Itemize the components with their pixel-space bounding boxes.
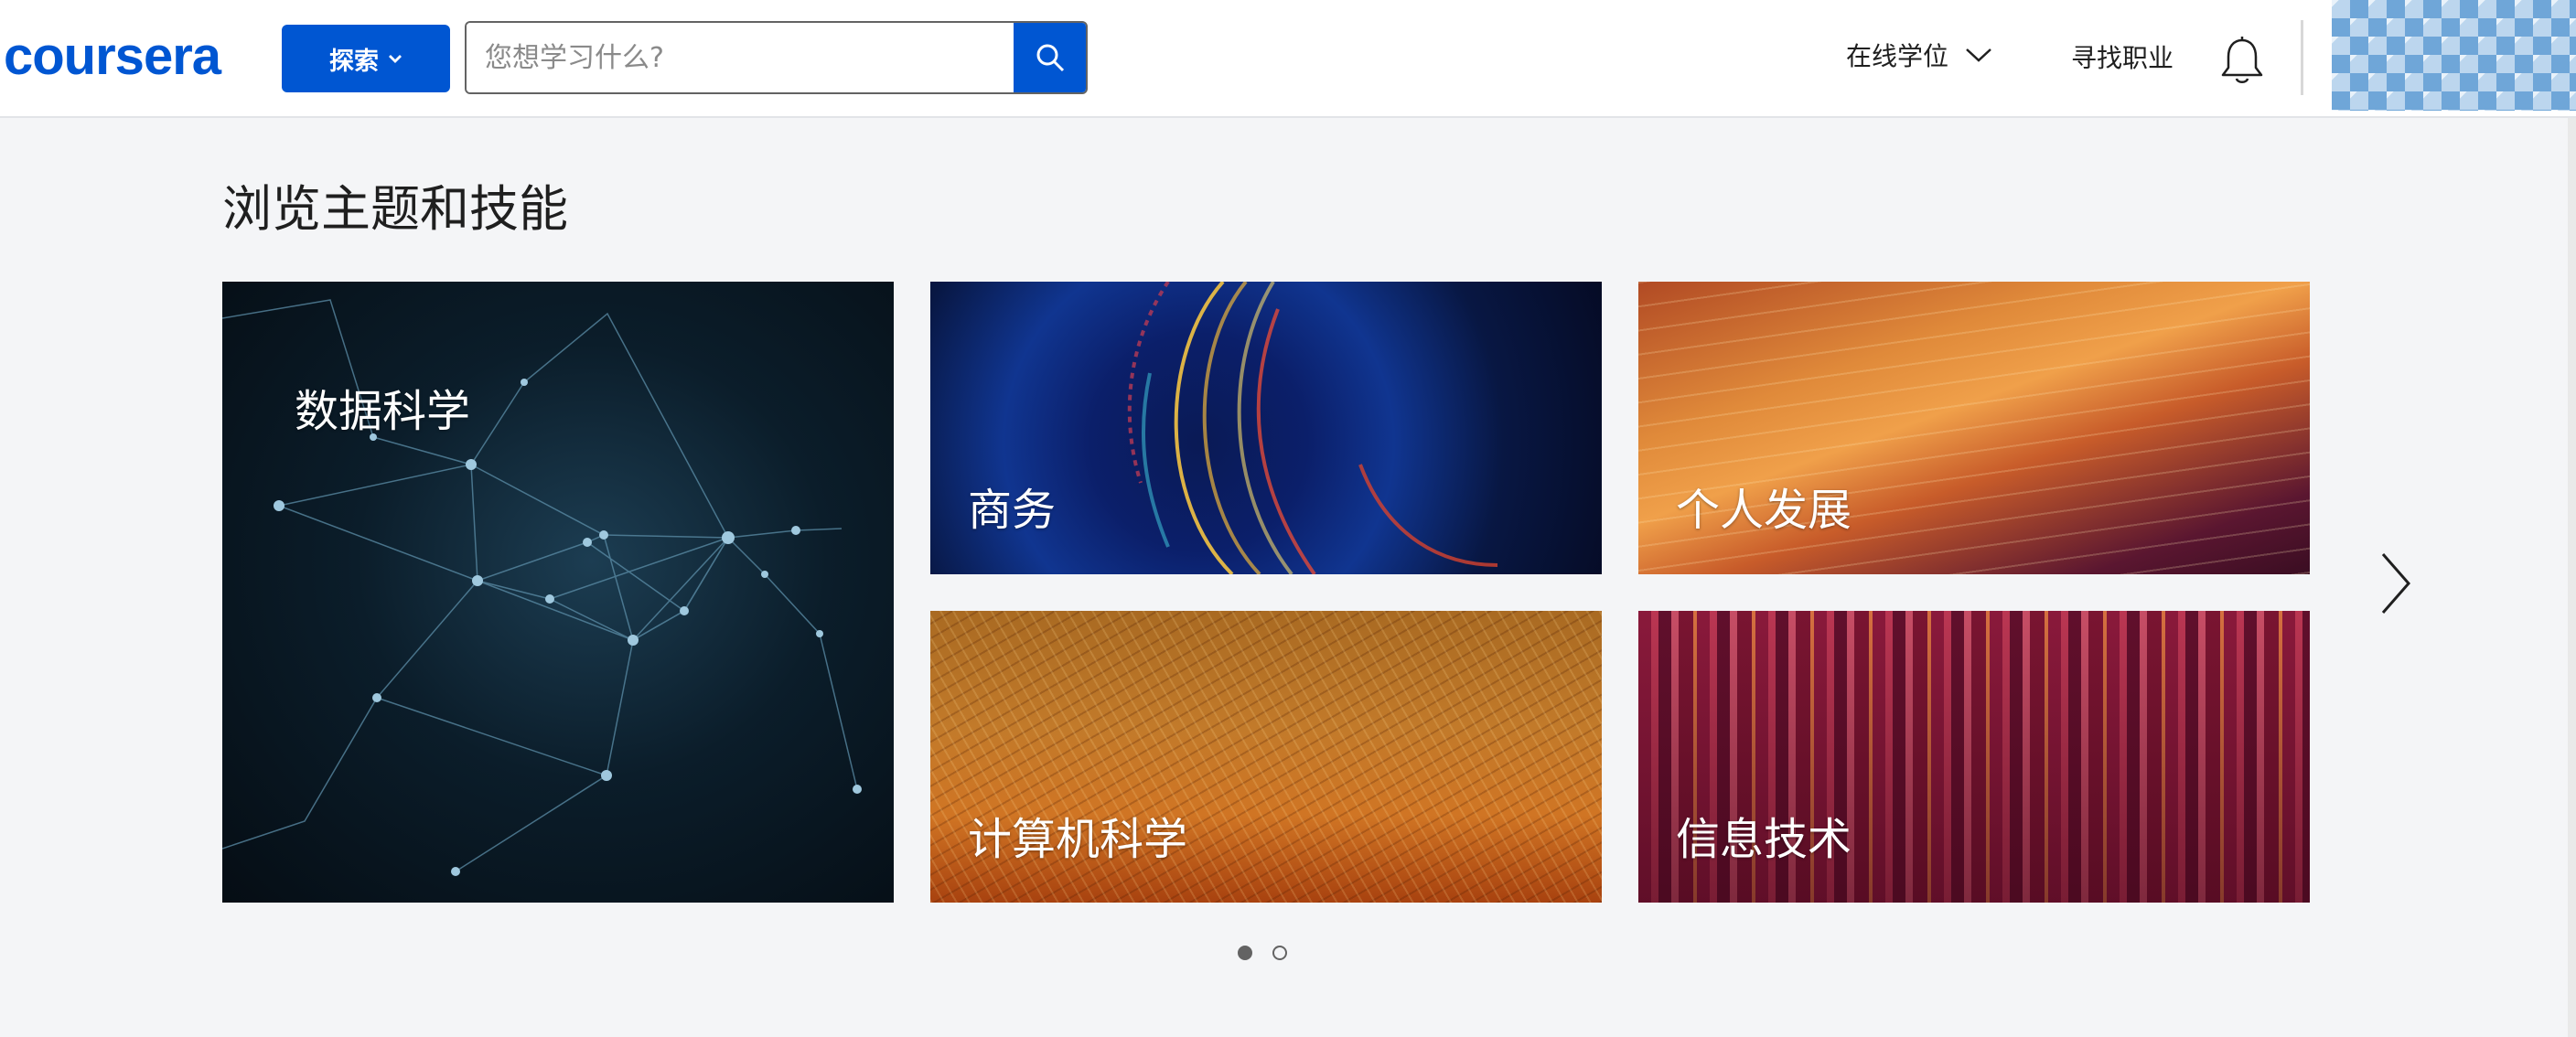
search-box <box>465 21 1088 94</box>
carousel-dot-2[interactable] <box>1272 946 1287 960</box>
search-button[interactable] <box>1014 23 1086 92</box>
explore-button[interactable]: 探索 <box>282 25 450 92</box>
chevron-down-icon <box>389 55 402 63</box>
nav-online-degree-label: 在线学位 <box>1846 41 1949 71</box>
topic-label: 信息技术 <box>1676 814 1852 865</box>
user-avatar[interactable] <box>2332 0 2576 111</box>
topic-tile-computer-science[interactable]: 计算机科学 <box>930 611 1602 903</box>
topic-label: 个人发展 <box>1676 485 1852 536</box>
bell-icon <box>2221 37 2263 83</box>
topic-label: 商务 <box>968 485 1057 536</box>
topic-tile-information-technology[interactable]: 信息技术 <box>1638 611 2310 903</box>
topic-label: 计算机科学 <box>968 814 1188 865</box>
topic-tile-data-science[interactable]: 数据科学 <box>222 282 894 903</box>
chevron-down-icon <box>1966 48 1991 62</box>
section-title: 浏览主题和技能 <box>222 180 568 238</box>
scrollbar[interactable] <box>2568 118 2576 1037</box>
page: coursera 探索 在线学位 寻找职业 浏览主题和技能 <box>0 0 2576 1037</box>
chevron-right-icon <box>2381 553 2410 614</box>
topic-tile-personal-development[interactable]: 个人发展 <box>1638 282 2310 574</box>
nav-online-degree[interactable]: 在线学位 <box>1846 37 1992 73</box>
search-icon <box>1036 44 1064 72</box>
nav-find-career[interactable]: 寻找职业 <box>2071 38 2174 75</box>
carousel-dot-1[interactable] <box>1238 946 1252 960</box>
header-divider <box>2301 20 2303 95</box>
top-header: coursera 探索 在线学位 寻找职业 <box>0 0 2576 118</box>
explore-label: 探索 <box>329 47 379 76</box>
carousel-pagination <box>1238 946 1287 960</box>
coursera-logo[interactable]: coursera <box>4 26 221 87</box>
topic-tile-business[interactable]: 商务 <box>930 282 1602 574</box>
carousel-next-button[interactable] <box>2376 549 2416 622</box>
search-input[interactable] <box>467 23 1014 92</box>
notifications-button[interactable] <box>2219 35 2265 90</box>
topic-label: 数据科学 <box>295 386 471 437</box>
